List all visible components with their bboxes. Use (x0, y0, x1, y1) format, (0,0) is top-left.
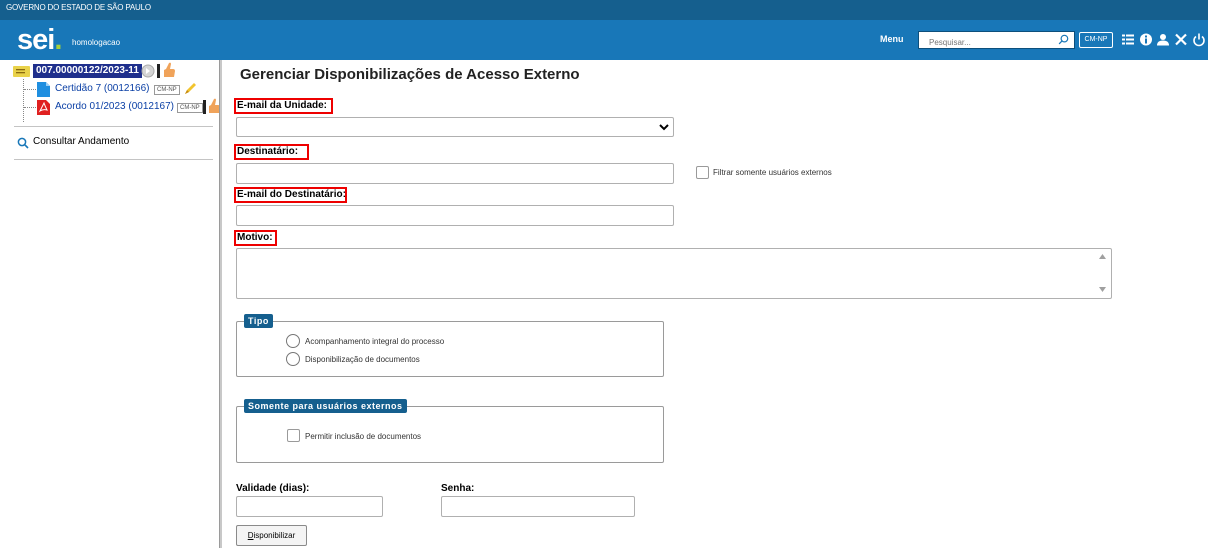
senha-input[interactable] (441, 496, 635, 517)
tree-connector (24, 89, 36, 90)
validade-input[interactable] (236, 496, 383, 517)
validade-label: Validade (dias): (236, 483, 310, 494)
document-link[interactable]: Acordo 01/2023 (0012167) (55, 101, 174, 112)
externos-fieldset (236, 406, 664, 463)
process-number[interactable]: 007.00000122/2023-11 (33, 64, 142, 78)
unit-badge: CM-NP (177, 103, 203, 113)
filtrar-externos-checkbox[interactable] (696, 166, 709, 179)
hand-icon[interactable] (161, 62, 177, 78)
permitir-inclusao-checkbox[interactable] (287, 429, 300, 442)
process-tree-panel: 007.00000122/2023-11 Certidão 7 (0012166… (0, 60, 222, 548)
info-icon[interactable] (1139, 32, 1153, 47)
email-destinatario-label: E-mail do Destinatário: (237, 189, 346, 200)
button-label: isponibilizar (253, 531, 296, 540)
unit-badge: CM-NP (154, 85, 180, 95)
panel-resize-handle[interactable] (219, 60, 222, 548)
menu-button[interactable]: Menu (880, 34, 904, 44)
search-input[interactable] (919, 34, 1049, 51)
disponibilizar-button[interactable]: Disponibilizar (236, 525, 307, 546)
tipo-fieldset (236, 321, 664, 377)
externos-legend: Somente para usuários externos (244, 399, 407, 413)
tipo-radio-disponibilizacao[interactable] (286, 352, 300, 366)
search-icon (17, 137, 29, 149)
tools-icon[interactable] (1174, 32, 1188, 47)
government-label: GOVERNO DO ESTADO DE SÃO PAULO (6, 3, 151, 12)
tipo-option-label: Acompanhamento integral do processo (305, 337, 445, 346)
destinatario-label: Destinatário: (237, 146, 299, 157)
divider (14, 126, 213, 127)
email-unidade-label: E-mail da Unidade: (237, 100, 328, 111)
tipo-option-label: Disponibilização de documentos (305, 355, 420, 364)
power-icon[interactable] (1192, 32, 1206, 47)
folder-icon (13, 66, 30, 77)
search-box (918, 31, 1075, 51)
pencil-icon[interactable] (183, 82, 197, 96)
divider (14, 159, 213, 160)
scroll-up-icon[interactable] (1099, 254, 1106, 259)
unit-selector-button[interactable]: CM-NP (1079, 32, 1113, 48)
senha-label: Senha: (441, 483, 475, 494)
email-unidade-select[interactable] (236, 117, 674, 137)
motivo-label: Motivo: (237, 232, 273, 243)
tree-connector (23, 79, 24, 122)
motivo-textarea[interactable] (236, 248, 1112, 299)
permitir-inclusao-label: Permitir inclusão de documentos (305, 432, 422, 441)
top-navigation-bar: sei. homologacao Menu CM-NP (0, 20, 1208, 60)
page-title: Gerenciar Disponibilizações de Acesso Ex… (240, 66, 580, 83)
tipo-radio-acompanhamento[interactable] (286, 334, 300, 348)
destinatario-input[interactable] (236, 163, 674, 184)
tipo-legend: Tipo (244, 314, 273, 328)
email-destinatario-input[interactable] (236, 205, 674, 226)
logo-dot: . (54, 24, 62, 56)
consultar-andamento-label[interactable]: Consultar Andamento (33, 136, 129, 147)
user-icon[interactable] (1156, 32, 1170, 47)
document-link[interactable]: Certidão 7 (0012166) (55, 83, 150, 94)
marker-bar-icon (157, 64, 160, 78)
pdf-doc-icon (37, 100, 50, 115)
chevron-down-icon (659, 124, 669, 131)
government-bar: GOVERNO DO ESTADO DE SÃO PAULO (0, 0, 1208, 20)
tree-connector (24, 107, 36, 108)
filtrar-externos-label: Filtrar somente usuários externos (713, 168, 832, 177)
logo-text: sei (17, 24, 55, 56)
sei-logo[interactable]: sei. (17, 24, 62, 56)
environment-label: homologacao (72, 38, 121, 47)
search-icon[interactable] (1058, 34, 1069, 45)
word-doc-icon (37, 82, 50, 97)
process-status-icon[interactable] (141, 64, 155, 78)
list-icon[interactable] (1121, 32, 1135, 47)
scroll-down-icon[interactable] (1099, 287, 1106, 292)
